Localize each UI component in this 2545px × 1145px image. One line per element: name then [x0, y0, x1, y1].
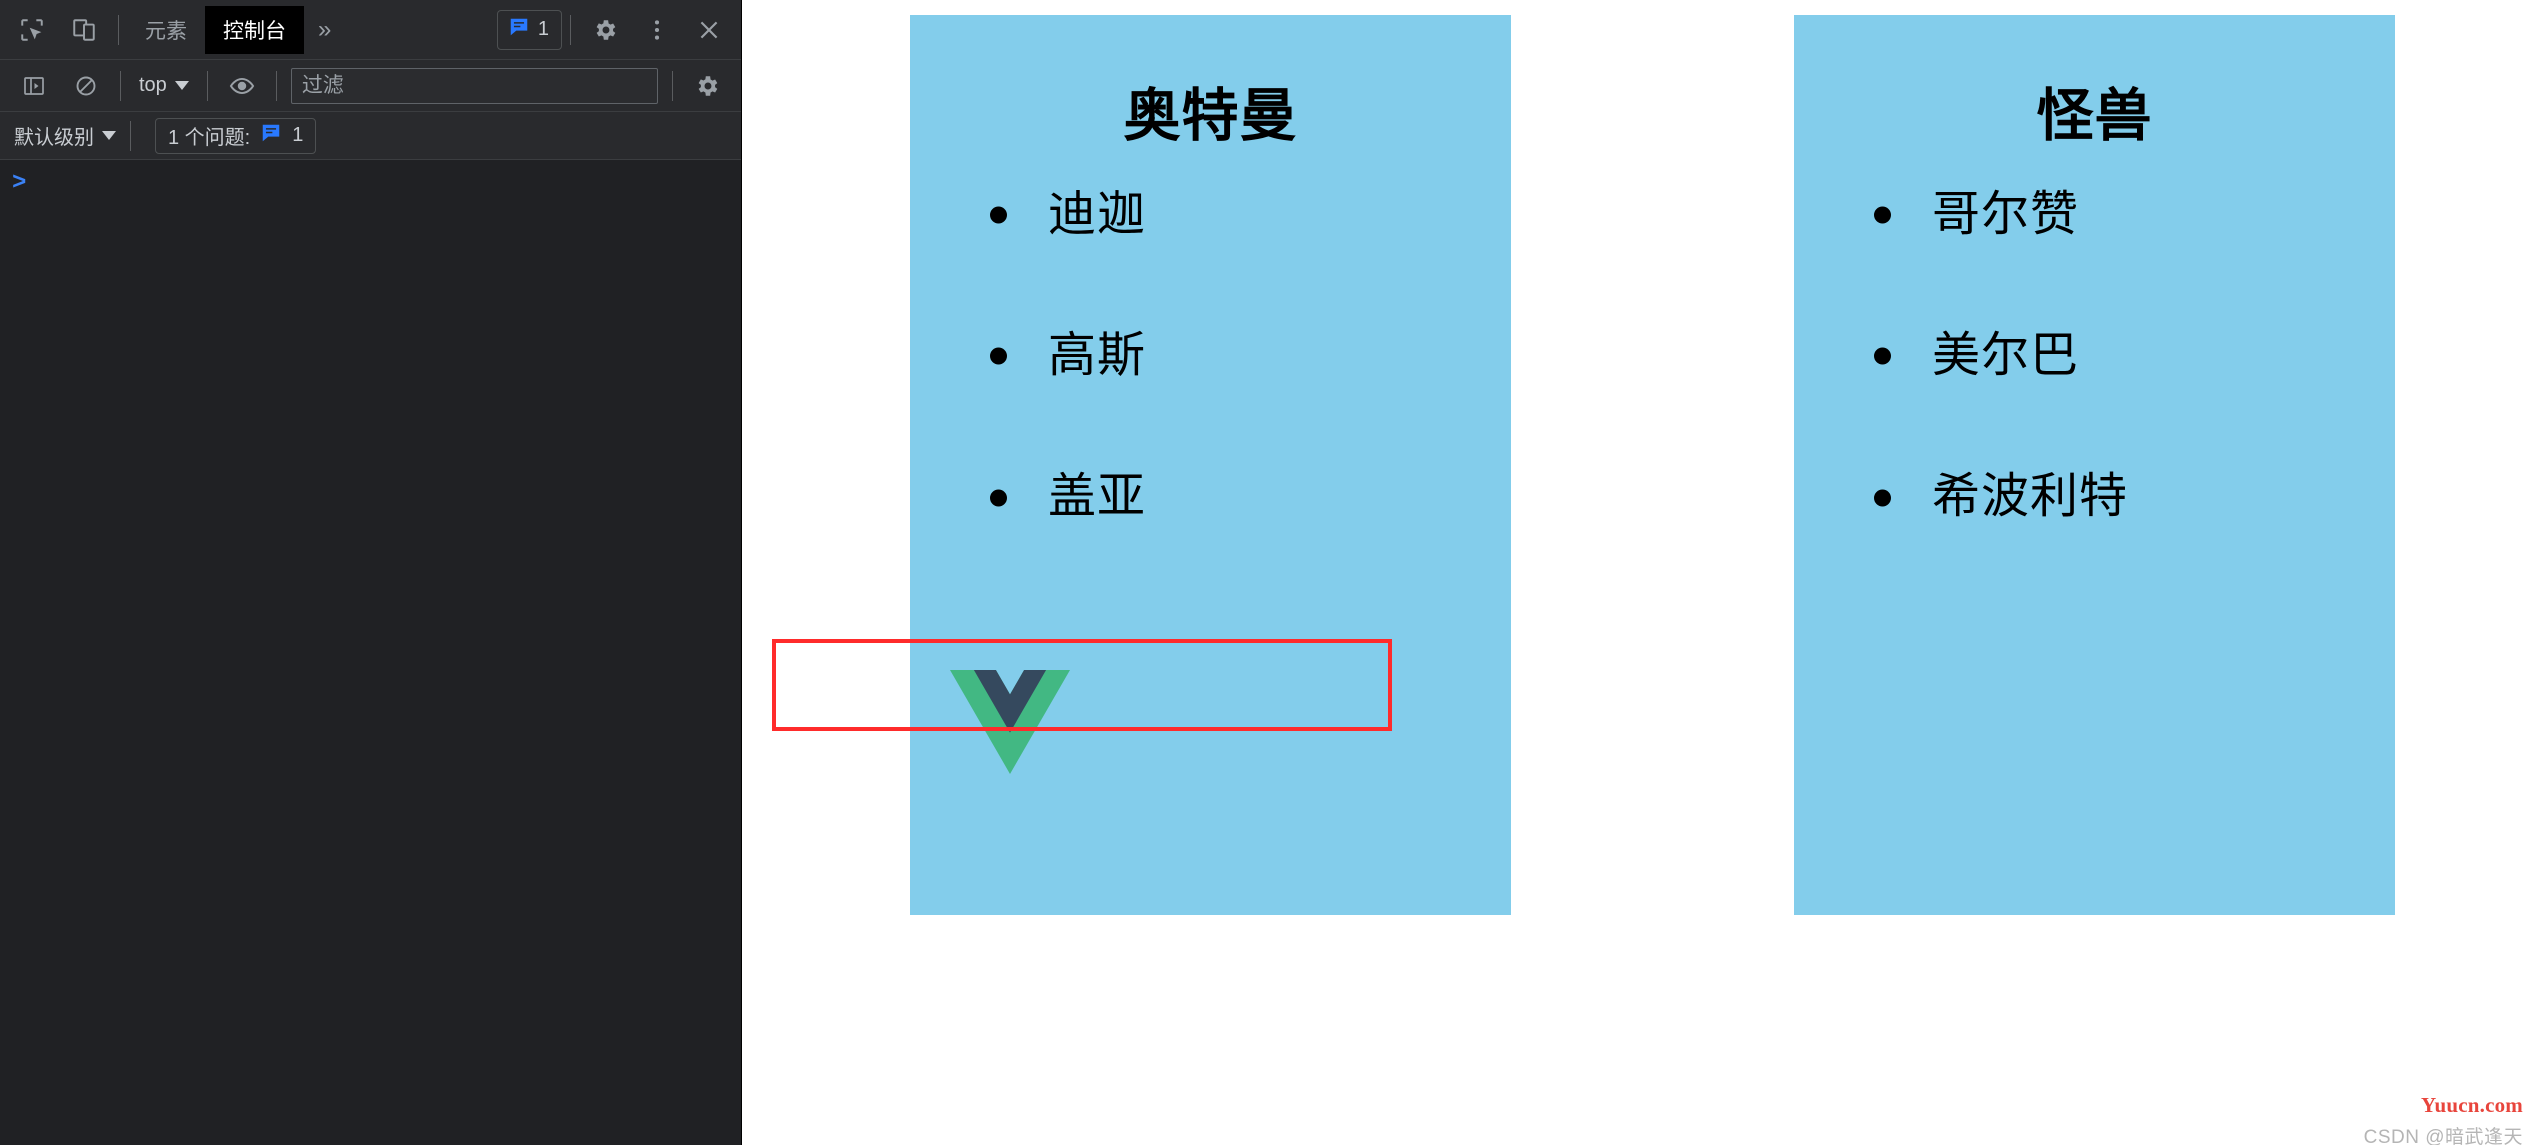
problems-badge[interactable]: 1 个问题: 1 — [155, 117, 317, 154]
bullet-icon — [1874, 206, 1891, 224]
tab-elements[interactable]: 元素 — [127, 6, 205, 54]
list-item-label: 希波利特 — [1932, 470, 2129, 524]
divider — [570, 14, 571, 45]
divider — [120, 70, 121, 101]
clear-console-icon[interactable] — [60, 62, 112, 110]
bullet-icon — [1874, 489, 1891, 507]
divider — [275, 70, 277, 101]
live-expression-icon[interactable] — [216, 62, 268, 110]
close-icon[interactable] — [683, 6, 735, 54]
devtools-filterbar: top — [0, 60, 741, 112]
three-dot-menu-icon[interactable] — [631, 6, 683, 54]
list-item: 迪迦 — [990, 187, 1511, 241]
execution-context-selector[interactable]: top — [129, 67, 199, 105]
vue-logo-icon — [950, 670, 1070, 774]
log-level-label: 默认级别 — [14, 127, 94, 149]
card-list: 迪迦 高斯 盖亚 — [910, 187, 1511, 523]
filter-input[interactable] — [290, 67, 658, 104]
execution-context-label: top — [139, 74, 167, 96]
list-item-label: 迪迦 — [1048, 187, 1147, 241]
message-icon — [508, 16, 530, 44]
chevron-down-icon — [174, 81, 189, 90]
card-title: 怪兽 — [2036, 84, 2153, 148]
list-item-label: 盖亚 — [1048, 470, 1147, 524]
card-ultraman: 奥特曼 迪迦 高斯 盖亚 — [910, 15, 1511, 915]
log-level-selector[interactable]: 默认级别 — [8, 121, 122, 150]
list-item-label: 美尔巴 — [1932, 329, 2080, 383]
card-list: 哥尔赞 美尔巴 希波利特 — [1794, 187, 2395, 523]
bullet-icon — [990, 206, 1007, 224]
console-sidebar-icon[interactable] — [8, 62, 60, 110]
list-item-label: 高斯 — [1048, 329, 1147, 383]
console-output[interactable]: > — [0, 160, 741, 1145]
card-monster: 怪兽 哥尔赞 美尔巴 希波利特 — [1794, 15, 2395, 915]
more-tabs-button[interactable]: » — [304, 6, 345, 54]
watermark-secondary: CSDN @暗武逢天 — [2363, 1127, 2523, 1145]
screenshot-root: 奥特曼 迪迦 高斯 盖亚 怪兽 哥尔赞 美尔巴 希波利特 元素 控制台 » 1 … — [0, 0, 2545, 1145]
list-item: 高斯 — [990, 329, 1511, 383]
divider — [118, 14, 119, 45]
list-item-label: 哥尔赞 — [1932, 187, 2080, 241]
gear-icon[interactable] — [681, 62, 733, 110]
list-item: 盖亚 — [990, 472, 1511, 522]
devtools-tabbar: 元素 控制台 » 1 — [0, 0, 741, 60]
problems-count: 1 — [292, 124, 304, 146]
list-item: 哥尔赞 — [1874, 187, 2395, 241]
issues-count: 1 — [537, 18, 549, 40]
watermark-primary: Yuucn.com — [2421, 1093, 2523, 1117]
device-toolbar-icon[interactable] — [58, 6, 110, 54]
list-item: 美尔巴 — [1874, 329, 2395, 383]
bullet-icon — [990, 347, 1007, 365]
chevron-down-icon — [102, 131, 116, 140]
list-item: 希波利特 — [1874, 472, 2395, 522]
devtools-panel: 元素 控制台 » 1 top 过滤 默认级别 1 个问题: 1 > — [0, 0, 742, 1145]
devtools-levelbar: 默认级别 1 个问题: 1 — [0, 112, 741, 160]
divider — [672, 70, 673, 101]
issues-badge[interactable]: 1 — [496, 9, 562, 50]
gear-icon[interactable] — [579, 6, 631, 54]
problems-label: 1 个问题: — [168, 127, 251, 149]
card-title: 奥特曼 — [1123, 84, 1298, 148]
divider — [206, 70, 208, 101]
bullet-icon — [1874, 347, 1891, 365]
bullet-icon — [990, 489, 1007, 507]
inspect-element-icon[interactable] — [6, 6, 58, 54]
divider — [130, 120, 131, 151]
message-icon — [260, 122, 282, 150]
console-prompt-caret: > — [12, 170, 27, 197]
tab-console[interactable]: 控制台 — [205, 5, 304, 54]
console-prompt-row[interactable]: > — [0, 172, 741, 206]
